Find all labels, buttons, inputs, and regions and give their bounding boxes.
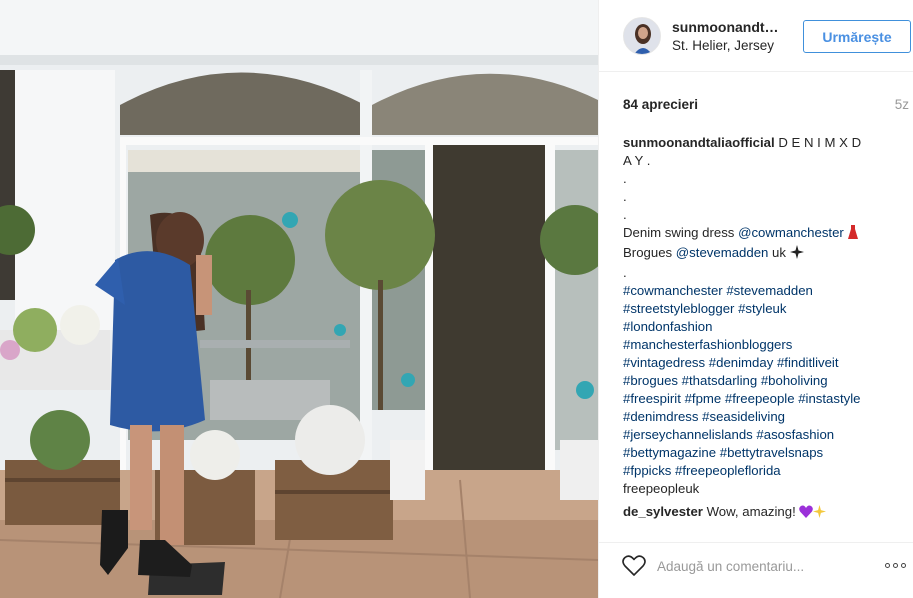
caption-last-word: freepeopleuk — [623, 481, 700, 496]
comments-list[interactable]: sunmoonandtaliaofficial D E N I M X D A … — [623, 134, 908, 534]
caption-text-line1: D E N I M X D — [778, 135, 862, 150]
comment-input[interactable] — [657, 553, 867, 579]
caption-text-line2: A Y . — [623, 153, 651, 168]
hashtag-line[interactable]: #londonfashion — [623, 318, 908, 336]
caption-dot-3: . — [623, 207, 627, 222]
comment-text: Wow, amazing! — [706, 504, 796, 519]
hashtag-line[interactable]: #freespirit #fpme #freepeople #instastyl… — [623, 390, 908, 408]
post-age[interactable]: 5z — [895, 97, 909, 112]
heart-outline-icon[interactable] — [621, 553, 647, 579]
sparkles-emoji — [813, 505, 827, 523]
post-location[interactable]: St. Helier, Jersey — [672, 38, 774, 53]
dress-prefix: Denim swing dress — [623, 225, 739, 240]
caption-first-line: sunmoonandtaliaofficial D E N I M X D — [623, 134, 908, 152]
likes-count[interactable]: 84 aprecieri — [623, 97, 698, 112]
caption-dot-4: . — [623, 265, 627, 280]
more-dot — [885, 562, 890, 568]
brogues-prefix: Brogues — [623, 245, 676, 260]
post-side-panel: sunmoonandt… St. Helier, Jersey Urmăreșt… — [598, 0, 913, 598]
avatar[interactable] — [623, 17, 661, 55]
hashtag-line[interactable]: #denimdress #seasideliving — [623, 408, 908, 426]
follow-button[interactable]: Urmărește — [803, 20, 911, 53]
red-dress-emoji — [847, 225, 859, 244]
sparkles-emoji — [789, 245, 804, 264]
caption-username[interactable]: sunmoonandtaliaofficial — [623, 135, 775, 150]
mention-stevemadden[interactable]: @stevemadden — [676, 245, 769, 260]
caption-dress-line: Denim swing dress @cowmanchester — [623, 224, 908, 244]
mention-cowmanchester[interactable]: @cowmanchester — [738, 225, 844, 240]
comment-username[interactable]: de_sylvester — [623, 504, 703, 519]
brogues-suffix: uk — [768, 245, 786, 260]
caption-brogues-line: Brogues @stevemadden uk — [623, 244, 908, 264]
comment: de_sylvester Wow, amazing! — [623, 503, 908, 523]
more-options-icon[interactable] — [885, 559, 909, 571]
post-footer — [599, 542, 913, 598]
purple-heart-emoji — [799, 505, 814, 523]
hashtag-line[interactable]: #streetstyleblogger #styleuk — [623, 300, 908, 318]
post-header: sunmoonandt… St. Helier, Jersey Urmăreșt… — [599, 0, 913, 72]
post-username[interactable]: sunmoonandt… — [672, 19, 790, 35]
hashtag-line[interactable]: #vintagedress #denimday #finditliveit — [623, 354, 908, 372]
caption-dot-2: . — [623, 189, 627, 204]
hashtag-line[interactable]: #fppicks #freepeopleflorida — [623, 462, 908, 480]
caption: sunmoonandtaliaofficial D E N I M X D A … — [623, 134, 908, 498]
hashtag-line[interactable]: #cowmanchester #stevemadden — [623, 282, 908, 300]
avatar-image — [624, 18, 660, 54]
hashtag-line[interactable]: #brogues #thatsdarling #boholiving — [623, 372, 908, 390]
post-photo[interactable] — [0, 0, 598, 598]
storefront-photo-illustration — [0, 0, 598, 598]
hashtag-line[interactable]: #manchesterfashionbloggers — [623, 336, 908, 354]
more-dot — [893, 562, 898, 568]
hashtag-line[interactable]: #bettymagazine #bettytravelsnaps — [623, 444, 908, 462]
caption-dot-1: . — [623, 171, 627, 186]
more-dot — [901, 562, 906, 568]
hashtag-line[interactable]: #jerseychannelislands #asosfashion — [623, 426, 908, 444]
